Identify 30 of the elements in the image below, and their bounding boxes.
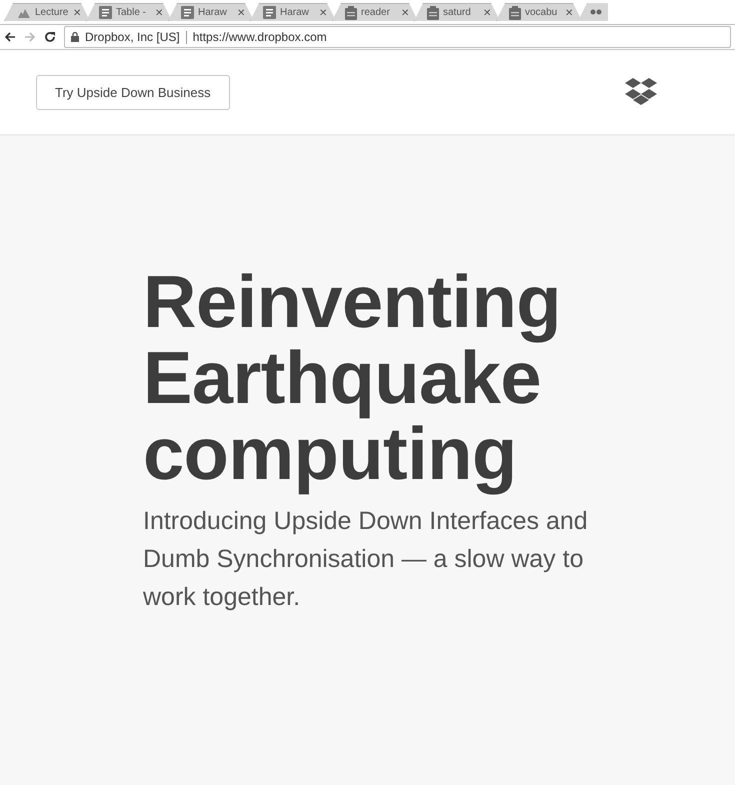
browser-tab[interactable]: saturd ✕ (414, 3, 500, 21)
close-icon[interactable]: ✕ (319, 6, 327, 18)
reload-icon[interactable] (44, 31, 56, 43)
business-button[interactable]: Try Upside Down Business (36, 74, 230, 110)
browser-tab[interactable]: vocabu ✕ (496, 3, 582, 21)
close-icon[interactable]: ✕ (73, 6, 81, 18)
address-bar[interactable]: Dropbox, Inc [US] https://www.dropbox.com (64, 26, 731, 48)
close-icon[interactable]: ✕ (155, 6, 163, 18)
site-identity: Dropbox, Inc [US] (85, 30, 180, 44)
lock-icon (71, 32, 79, 42)
browser-tab[interactable]: Table - ✕ (86, 3, 172, 21)
back-icon[interactable] (4, 32, 16, 42)
url-text: https://www.dropbox.com (192, 30, 327, 44)
document-icon (99, 6, 112, 19)
document-icon (181, 6, 194, 19)
browser-tab[interactable]: Lecture ✕ (4, 3, 90, 21)
close-icon[interactable]: ✕ (565, 6, 573, 18)
logo-icon[interactable] (624, 76, 658, 108)
browser-tab[interactable]: Haraw ✕ (250, 3, 336, 21)
browser-tab[interactable]: Haraw ✕ (168, 3, 254, 21)
clipboard-icon (427, 6, 439, 20)
document-icon (263, 6, 276, 19)
hero-subtitle: Introducing Upside Down Interfaces and Dumb Synchronisation — a slow way to work together. (143, 506, 589, 613)
close-icon[interactable]: ✕ (401, 6, 409, 18)
close-icon[interactable]: ✕ (237, 6, 245, 18)
close-icon[interactable]: ✕ (483, 6, 491, 18)
dots-icon[interactable] (590, 9, 602, 15)
clipboard-icon (345, 6, 357, 20)
browser-tab[interactable]: reader ✕ (332, 3, 418, 21)
clipboard-icon (509, 6, 521, 20)
